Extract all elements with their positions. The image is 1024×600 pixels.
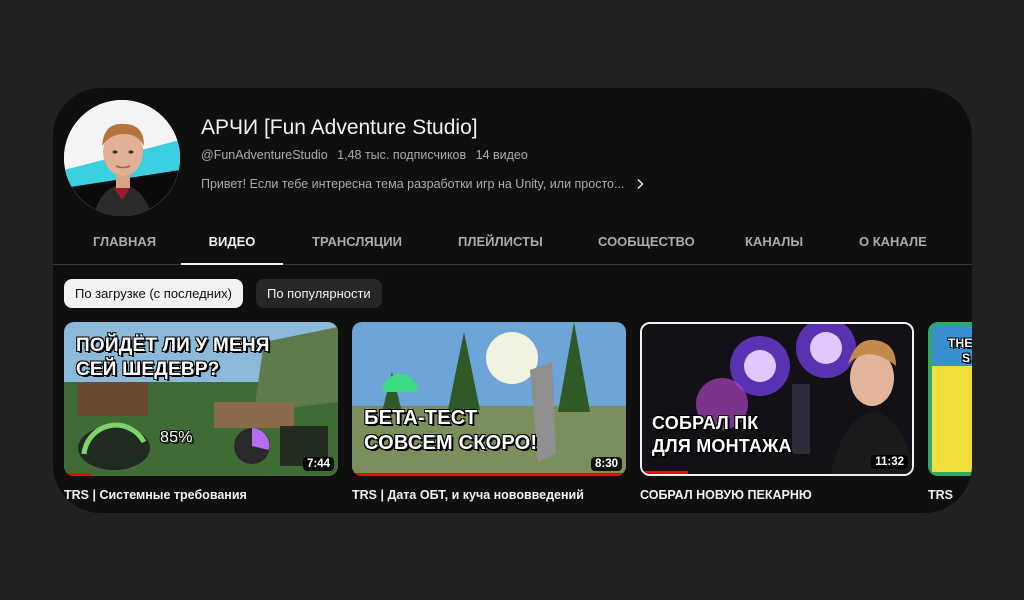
video-duration: 8:30 xyxy=(590,457,622,471)
subscriber-count: 1,48 тыс. подписчиков xyxy=(337,148,467,162)
channel-description[interactable]: Привет! Если тебе интересна тема разрабо… xyxy=(201,177,646,191)
video-thumbnail[interactable]: СОБРАЛ ПК ДЛЯ МОНТАЖА 11:32 xyxy=(640,322,914,476)
watch-progress-bar xyxy=(642,471,688,474)
video-thumbnail[interactable]: THE S xyxy=(928,322,972,476)
video-title[interactable]: TRS xyxy=(928,488,972,502)
video-thumbnail[interactable]: ПОЙДЁТ ЛИ У МЕНЯ СЕЙ ШЕДЕВР? 85% 7:44 xyxy=(64,322,338,476)
thumbnail-caption: БЕТА-ТЕСТ СОВСЕМ СКОРО! xyxy=(364,406,537,456)
tab-community[interactable]: СООБЩЕСТВО xyxy=(598,220,695,264)
tab-home[interactable]: ГЛАВНАЯ xyxy=(93,220,156,264)
tab-live[interactable]: ТРАНСЛЯЦИИ xyxy=(312,220,402,264)
video-card[interactable]: THE S TRS xyxy=(928,322,972,502)
video-title[interactable]: СОБРАЛ НОВУЮ ПЕКАРНЮ xyxy=(640,488,914,502)
watch-progress-bar xyxy=(352,473,626,476)
thumbnail-caption-line: СОВСЕМ СКОРО! xyxy=(364,432,538,454)
channel-handle: @FunAdventureStudio xyxy=(201,148,328,162)
tab-playlists[interactable]: ПЛЕЙЛИСТЫ xyxy=(458,220,543,264)
thumbnail-caption-line: THE xyxy=(948,336,972,350)
channel-avatar[interactable] xyxy=(64,100,180,216)
channel-description-text: Привет! Если тебе интересна тема разрабо… xyxy=(201,177,625,191)
channel-page: АРЧИ [Fun Adventure Studio] @FunAdventur… xyxy=(53,88,972,513)
sort-chip-latest[interactable]: По загрузке (с последних) xyxy=(64,279,243,308)
tab-about[interactable]: О КАНАЛЕ xyxy=(859,220,927,264)
video-duration: 11:32 xyxy=(871,455,908,469)
video-duration: 7:44 xyxy=(302,457,334,471)
video-card[interactable]: ПОЙДЁТ ЛИ У МЕНЯ СЕЙ ШЕДЕВР? 85% 7:44 TR… xyxy=(64,322,338,502)
watch-progress-bar xyxy=(64,473,92,476)
video-title[interactable]: TRS | Дата ОБТ, и куча нововведений xyxy=(352,488,626,502)
thumbnail-caption-line: БЕТА-ТЕСТ xyxy=(364,407,478,429)
channel-tabs: ГЛАВНАЯ ВИДЕО ТРАНСЛЯЦИИ ПЛЕЙЛИСТЫ СООБЩ… xyxy=(53,220,972,265)
video-count: 14 видео xyxy=(475,148,528,162)
thumbnail-caption-line: СЕЙ ШЕДЕВР? xyxy=(76,358,220,380)
video-card[interactable]: СОБРАЛ ПК ДЛЯ МОНТАЖА 11:32 СОБРАЛ НОВУЮ… xyxy=(640,322,914,502)
thumbnail-caption: THE S xyxy=(948,336,972,366)
thumbnail-caption-line: СОБРАЛ ПК xyxy=(652,413,759,433)
thumbnail-caption: ПОЙДЁТ ЛИ У МЕНЯ СЕЙ ШЕДЕВР? xyxy=(76,334,270,382)
sort-chip-popular[interactable]: По популярности xyxy=(256,279,382,308)
video-card[interactable]: БЕТА-ТЕСТ СОВСЕМ СКОРО! 8:30 TRS | Дата … xyxy=(352,322,626,502)
thumbnail-caption: СОБРАЛ ПК ДЛЯ МОНТАЖА xyxy=(652,412,792,457)
video-thumbnail[interactable]: БЕТА-ТЕСТ СОВСЕМ СКОРО! 8:30 xyxy=(352,322,626,476)
video-title[interactable]: TRS | Системные требования xyxy=(64,488,338,502)
thumbnail-caption-line: ДЛЯ МОНТАЖА xyxy=(652,435,792,456)
channel-meta: @FunAdventureStudio 1,48 тыс. подписчико… xyxy=(201,148,534,162)
tab-videos[interactable]: ВИДЕО xyxy=(181,220,283,265)
tab-channels[interactable]: КАНАЛЫ xyxy=(745,220,803,264)
channel-name: АРЧИ [Fun Adventure Studio] xyxy=(201,116,478,139)
thumbnail-caption-line: ПОЙДЁТ ЛИ У МЕНЯ xyxy=(76,335,270,356)
thumbnail-caption-line: S xyxy=(962,351,971,365)
avatar-image xyxy=(64,100,180,216)
gauge-value: 85% xyxy=(160,429,193,446)
chevron-right-icon xyxy=(637,179,644,189)
